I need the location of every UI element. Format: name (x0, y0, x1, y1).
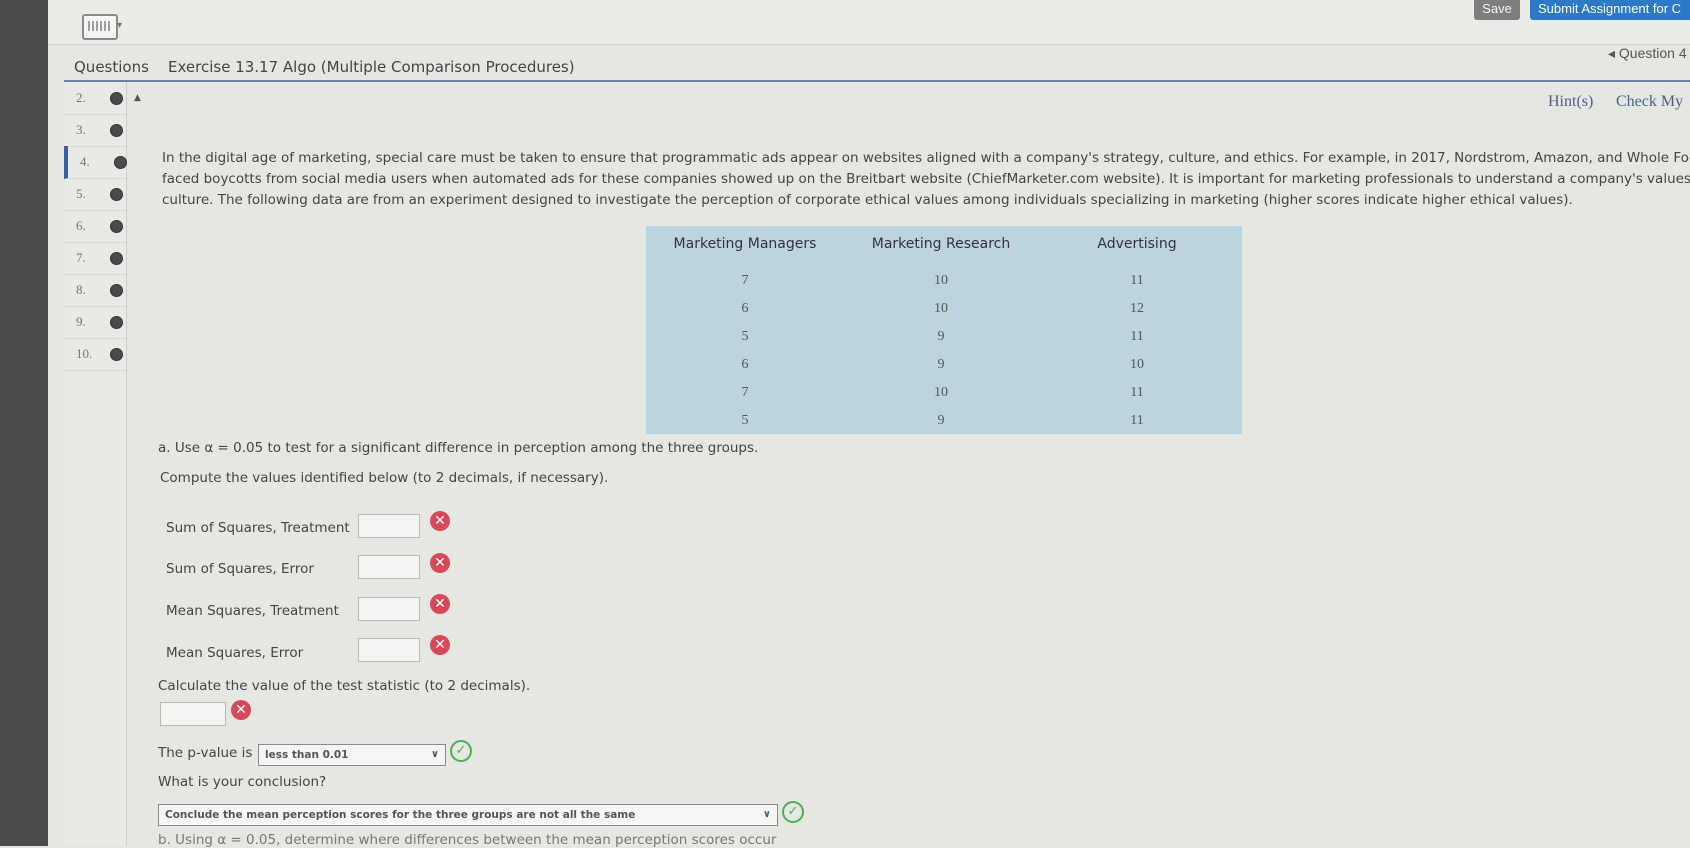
data-table: Marketing Managers Marketing Research Ad… (646, 226, 1242, 434)
table-cell: 10 (934, 273, 948, 288)
top-toolbar (48, 0, 1690, 45)
question-number: 6. (76, 218, 86, 233)
chevron-down-icon[interactable]: ▾ (117, 20, 122, 31)
part-a-instructions: Compute the values identified below (to … (160, 470, 609, 486)
status-dot-icon (110, 348, 123, 361)
sidebar-item-q5[interactable]: 5. (64, 178, 126, 211)
problem-intro: In the digital age of marketing, special… (162, 148, 1690, 211)
incorrect-icon: ✕ (430, 511, 450, 531)
table-cell: 9 (937, 357, 945, 372)
conclusion-select[interactable]: Conclude the mean perception scores for … (158, 804, 778, 826)
table-cell: 5 (741, 413, 749, 428)
question-number: 10. (76, 346, 93, 361)
table-cell: 7 (741, 273, 749, 288)
part-a-prompt: a. Use α = 0.05 to test for a significan… (158, 440, 759, 456)
chevron-down-icon: ∨ (762, 809, 771, 820)
scroll-up-icon[interactable]: ▲ (134, 93, 141, 103)
question-number: 2. (76, 90, 86, 105)
table-cell: 10 (934, 301, 948, 316)
status-dot-icon (110, 188, 123, 201)
status-dot-icon (110, 124, 123, 137)
hints-link[interactable]: Hint(s) (1548, 93, 1593, 111)
sidebar-item-q6[interactable]: 6. (64, 210, 126, 243)
select-value: less than 0.01 (265, 749, 349, 761)
column-header: Marketing Research (871, 236, 1011, 252)
sidebar-item-q2[interactable]: 2. (64, 82, 126, 115)
exercise-header: Questions Exercise 13.17 Algo (Multiple … (64, 52, 1690, 82)
status-dot-icon (110, 284, 123, 297)
ss-treatment-input[interactable] (358, 514, 420, 538)
table-cell: 10 (1130, 357, 1144, 372)
ms-treatment-input[interactable] (358, 597, 420, 621)
sidebar-item-q3[interactable]: 3. (64, 114, 126, 147)
table-cell: 9 (937, 413, 945, 428)
table-cell: 9 (937, 329, 945, 344)
chevron-down-icon: ∨ (430, 749, 439, 760)
sidebar-item-q9[interactable]: 9. (64, 306, 126, 339)
correct-icon: ✓ (450, 740, 472, 762)
page-title: Exercise 13.17 Algo (Multiple Comparison… (168, 58, 575, 76)
status-dot-icon (110, 316, 123, 329)
table-cell: 11 (1130, 413, 1144, 428)
question-number: 7. (76, 250, 86, 265)
question-sidebar: 2. 3. 4. 5. 6. 7. 8. 9. 10. (64, 82, 130, 846)
table-cell: 10 (934, 385, 948, 400)
field-label: Mean Squares, Treatment (166, 603, 339, 619)
table-cell: 6 (741, 357, 749, 372)
ss-error-input[interactable] (358, 555, 420, 579)
question-number: 4. (80, 154, 90, 169)
correct-icon: ✓ (782, 801, 804, 823)
status-dot-icon (110, 220, 123, 233)
check-my-work-link[interactable]: Check My (1616, 93, 1683, 111)
select-value: Conclude the mean perception scores for … (165, 809, 636, 821)
sidebar-item-q4[interactable]: 4. (64, 146, 130, 179)
question-number: 5. (76, 186, 86, 201)
save-button[interactable]: Save (1474, 0, 1520, 20)
status-dot-icon (110, 92, 123, 105)
intro-line: culture. The following data are from an … (162, 192, 1573, 208)
submit-assignment-button[interactable]: Submit Assignment for C (1530, 0, 1690, 20)
sidebar-item-q10[interactable]: 10. (64, 338, 126, 371)
table-cell: 11 (1130, 329, 1144, 344)
table-cell: 5 (741, 329, 749, 344)
pvalue-select[interactable]: less than 0.01 ∨ (258, 744, 446, 766)
intro-line: faced boycotts from social media users w… (162, 171, 1690, 187)
intro-line: In the digital age of marketing, special… (162, 150, 1690, 166)
incorrect-icon: ✕ (430, 553, 450, 573)
question-nav-link[interactable]: ◂ Question 4 (1608, 45, 1687, 62)
question-number: 9. (76, 314, 86, 329)
status-dot-icon (114, 156, 127, 169)
field-label: Sum of Squares, Treatment (166, 520, 350, 536)
column-header: Advertising (1097, 236, 1177, 252)
table-cell: 6 (741, 301, 749, 316)
pvalue-label: The p-value is (158, 745, 253, 761)
keyboard-icon[interactable] (82, 14, 118, 40)
field-label: Mean Squares, Error (166, 645, 304, 661)
conclusion-question: What is your conclusion? (158, 774, 327, 790)
table-cell: 7 (741, 385, 749, 400)
incorrect-icon: ✕ (231, 700, 251, 720)
test-statistic-input[interactable] (160, 702, 226, 726)
table-cell: 12 (1130, 301, 1144, 316)
status-dot-icon (110, 252, 123, 265)
sidebar-item-q8[interactable]: 8. (64, 274, 126, 307)
left-window-edge (0, 0, 48, 846)
question-number: 3. (76, 122, 86, 137)
question-number: 8. (76, 282, 86, 297)
field-label: Sum of Squares, Error (166, 561, 314, 577)
ms-error-input[interactable] (358, 638, 420, 662)
column-header: Marketing Managers (673, 236, 817, 252)
incorrect-icon: ✕ (430, 594, 450, 614)
tab-questions[interactable]: Questions (74, 58, 149, 76)
sidebar-item-q7[interactable]: 7. (64, 242, 126, 275)
table-cell: 11 (1130, 273, 1144, 288)
test-statistic-label: Calculate the value of the test statisti… (158, 678, 531, 694)
incorrect-icon: ✕ (430, 635, 450, 655)
table-cell: 11 (1130, 385, 1144, 400)
